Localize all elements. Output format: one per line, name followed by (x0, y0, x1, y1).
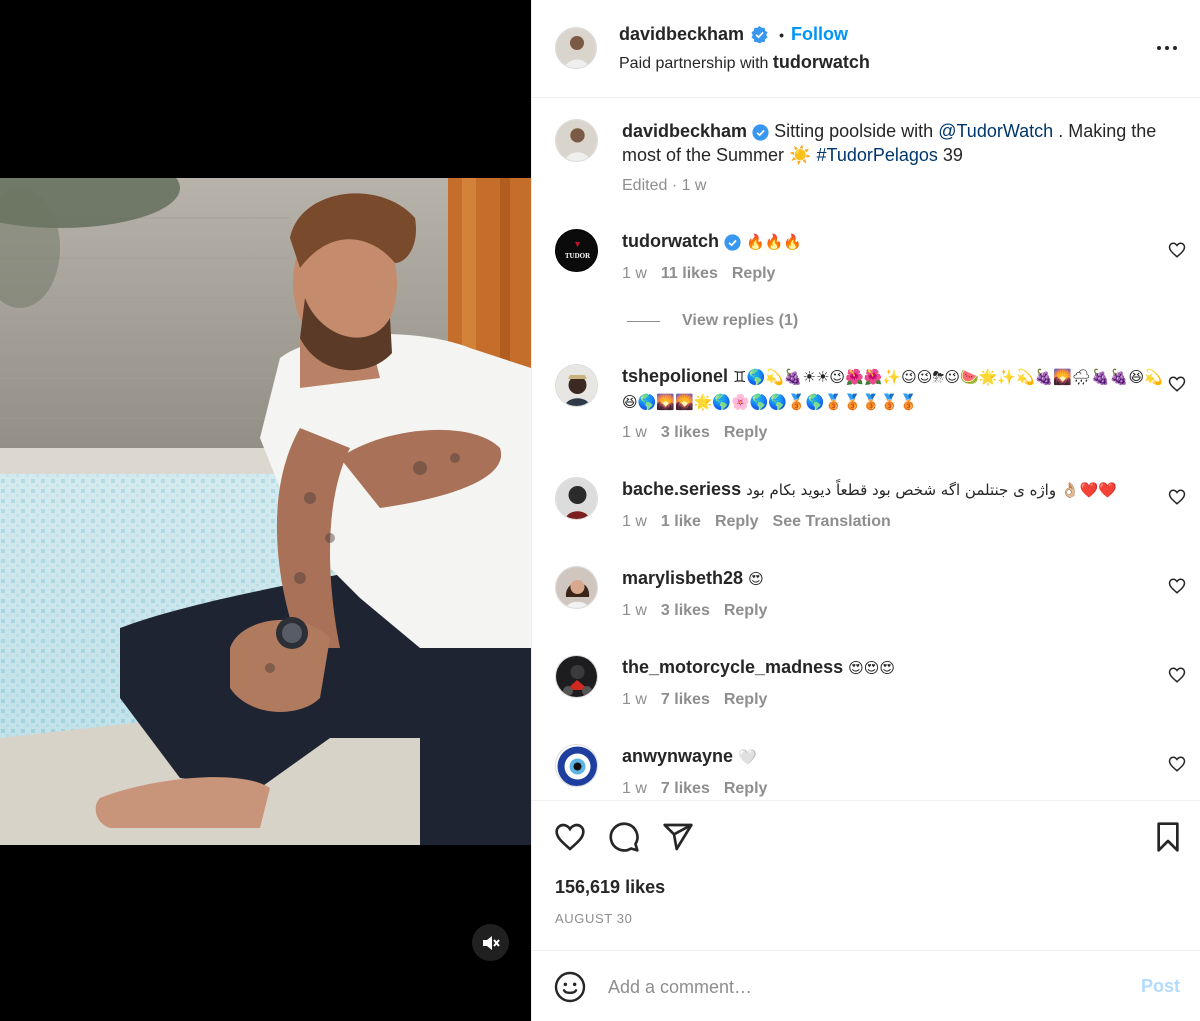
comment-likes[interactable]: 7 likes (661, 780, 710, 798)
post-media (0, 0, 531, 1021)
reply-button[interactable]: Reply (724, 602, 768, 620)
view-replies-button[interactable]: View replies (1) (627, 312, 798, 330)
likes-count[interactable]: 156,619 likes (555, 877, 665, 898)
comment-text: 😍 (748, 570, 764, 588)
author-username[interactable]: davidbeckham (619, 24, 744, 45)
comment-likes[interactable]: 1 like (661, 513, 701, 531)
comment-time: 1 w (622, 602, 647, 619)
comment-input[interactable] (608, 971, 1108, 1003)
comment-text: 😍😍😍 (848, 659, 896, 677)
comment-likes[interactable]: 3 likes (661, 424, 710, 442)
comment-time: 1 w (622, 780, 647, 797)
like-comment-heart-icon[interactable] (1168, 375, 1186, 393)
paid-partnership-label: Paid partnership with tudorwatch (619, 52, 870, 72)
post-comment-button[interactable]: Post (1141, 976, 1180, 997)
comments-list[interactable]: davidbeckham Sitting poolside with @Tudo… (532, 98, 1200, 800)
follow-button[interactable]: Follow (791, 24, 848, 45)
separator-dot: • (779, 26, 784, 43)
reply-button[interactable]: Reply (732, 265, 776, 283)
post-date: AUGUST 30 (555, 911, 633, 926)
emoji-smile-icon[interactable] (554, 971, 586, 1003)
comment-username[interactable]: marylisbeth28 (622, 568, 743, 588)
reply-button[interactable]: Reply (724, 691, 768, 709)
comment-bubble-icon[interactable] (608, 821, 640, 853)
replies-divider-line (627, 320, 660, 322)
bookmark-icon[interactable] (1152, 821, 1184, 853)
verified-badge-icon (752, 124, 769, 141)
comment-likes[interactable]: 11 likes (661, 265, 718, 283)
speaker-muted-icon (482, 935, 500, 950)
comment-username[interactable]: tudorwatch (622, 231, 719, 251)
caption-username[interactable]: davidbeckham (622, 121, 747, 141)
comment-time: 1 w (622, 691, 647, 708)
comment-text: واژه ی جنتلمن اگه شخص بود قطعاً دیوید بک… (746, 481, 1117, 499)
comment-text: 🔥🔥🔥 (746, 233, 803, 251)
commenter-avatar[interactable] (555, 364, 598, 407)
author-avatar[interactable] (555, 27, 597, 69)
comment-username[interactable]: tshepolionel (622, 366, 728, 386)
more-options-button[interactable] (1154, 36, 1180, 60)
commenter-avatar[interactable] (555, 566, 598, 609)
paper-plane-icon[interactable] (662, 821, 694, 853)
like-comment-heart-icon[interactable] (1168, 666, 1186, 684)
comment-text: 🤍 (738, 748, 757, 766)
reply-button[interactable]: Reply (724, 780, 768, 798)
verified-badge-icon (751, 26, 768, 43)
commenter-avatar[interactable] (555, 744, 598, 787)
comment-username[interactable]: the_motorcycle_madness (622, 657, 843, 677)
comment-username[interactable]: bache.seriess (622, 479, 741, 499)
comment-username[interactable]: anwynwayne (622, 746, 733, 766)
comment-composer: Post (532, 950, 1200, 1021)
post-sidebar: davidbeckham • Follow Paid partnership w… (531, 0, 1200, 1021)
commenter-avatar[interactable]: TUDOR (555, 229, 598, 272)
comment-time: 1 w (622, 265, 647, 282)
heart-outline-icon[interactable] (554, 821, 586, 853)
post-actions: 156,619 likes AUGUST 30 (532, 800, 1200, 950)
like-comment-heart-icon[interactable] (1168, 577, 1186, 595)
verified-badge-icon (724, 234, 741, 251)
tudor-logo-text: TUDOR (565, 252, 591, 260)
partner-username[interactable]: tudorwatch (773, 52, 870, 72)
hashtag-link[interactable]: #TudorPelagos (816, 145, 937, 165)
like-comment-heart-icon[interactable] (1168, 241, 1186, 259)
comment-time: 1 w (622, 424, 647, 441)
see-translation-button[interactable]: See Translation (773, 513, 891, 531)
mute-button[interactable] (472, 924, 509, 961)
comment-time: 1 w (622, 513, 647, 530)
caption-author-avatar[interactable] (555, 119, 598, 162)
comment-likes[interactable]: 3 likes (661, 602, 710, 620)
caption-meta: Edited · 1 w (622, 177, 707, 194)
like-comment-heart-icon[interactable] (1168, 755, 1186, 773)
like-comment-heart-icon[interactable] (1168, 488, 1186, 506)
reply-button[interactable]: Reply (715, 513, 759, 531)
mention-link[interactable]: @TudorWatch (938, 121, 1053, 141)
caption-text: davidbeckham Sitting poolside with @Tudo… (622, 121, 1157, 165)
commenter-avatar[interactable] (555, 655, 598, 698)
post-header: davidbeckham • Follow Paid partnership w… (532, 0, 1200, 98)
comment-likes[interactable]: 7 likes (661, 691, 710, 709)
reply-button[interactable]: Reply (724, 424, 768, 442)
commenter-avatar[interactable] (555, 477, 598, 520)
post-photo[interactable] (0, 178, 531, 845)
